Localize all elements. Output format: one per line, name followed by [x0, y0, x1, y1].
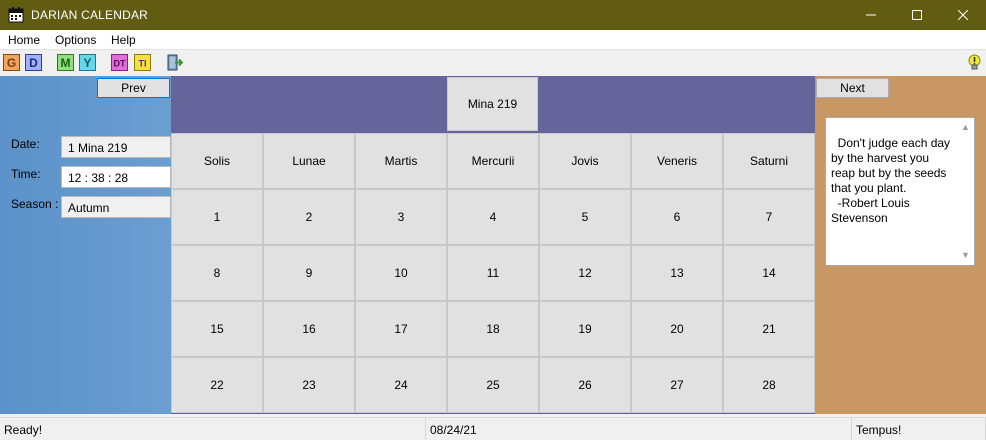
status-message: Ready! [0, 418, 426, 440]
svg-text:D: D [29, 56, 38, 70]
day-cell[interactable]: 21 [723, 301, 815, 357]
day-cell[interactable]: 10 [355, 245, 447, 301]
time-label: Time: [11, 167, 41, 181]
quote-scrollbar[interactable]: ▲ ▼ [957, 118, 974, 265]
day-cell[interactable]: 3 [355, 189, 447, 245]
datetime-icon[interactable]: DT [111, 54, 128, 71]
day-cell[interactable]: 16 [263, 301, 355, 357]
close-button[interactable] [940, 0, 986, 30]
minimize-button[interactable] [848, 0, 894, 30]
year-icon[interactable]: Y [79, 54, 96, 71]
weekday-martis: Martis [355, 133, 447, 189]
day-cell[interactable]: 25 [447, 357, 539, 413]
weekday-lunae: Lunae [263, 133, 355, 189]
day-cell[interactable]: 8 [171, 245, 263, 301]
day-cell[interactable]: 12 [539, 245, 631, 301]
month-title: Mina 219 [447, 77, 538, 131]
day-cell[interactable]: 6 [631, 189, 723, 245]
day-cell[interactable]: 28 [723, 357, 815, 413]
day-cell[interactable]: 13 [631, 245, 723, 301]
time-icon[interactable]: TI [134, 54, 151, 71]
day-cell[interactable]: 22 [171, 357, 263, 413]
gregorian-icon[interactable]: G [3, 54, 20, 71]
quote-text: Don't judge each day by the harvest you … [831, 136, 951, 225]
minimize-icon [866, 14, 876, 16]
day-cell[interactable]: 7 [723, 189, 815, 245]
darian-icon[interactable]: D [25, 54, 42, 71]
weekday-saturni: Saturni [723, 133, 815, 189]
svg-text:DT: DT [114, 59, 126, 69]
window-title: DARIAN CALENDAR [31, 8, 149, 22]
day-cell[interactable]: 20 [631, 301, 723, 357]
tip-bulb-icon[interactable] [966, 54, 983, 71]
day-cell[interactable]: 15 [171, 301, 263, 357]
day-cell[interactable]: 1 [171, 189, 263, 245]
day-cell[interactable]: 4 [447, 189, 539, 245]
weekday-mercurii: Mercurii [447, 133, 539, 189]
day-cell[interactable]: 19 [539, 301, 631, 357]
weekday-solis: Solis [171, 133, 263, 189]
menu-help[interactable]: Help [111, 33, 136, 47]
day-cell[interactable]: 14 [723, 245, 815, 301]
calendar-app-icon [8, 7, 24, 23]
day-cell[interactable]: 17 [355, 301, 447, 357]
exit-icon[interactable] [166, 54, 183, 71]
left-info-panel [0, 76, 171, 414]
day-cell[interactable]: 5 [539, 189, 631, 245]
scroll-up-icon[interactable]: ▲ [961, 120, 970, 135]
weekday-jovis: Jovis [539, 133, 631, 189]
title-bar: DARIAN CALENDAR [0, 0, 986, 30]
calendar-grid: Solis Lunae Martis Mercurii Jovis Veneri… [171, 133, 815, 413]
season-field[interactable]: Autumn [61, 196, 171, 218]
next-button[interactable]: Next [816, 78, 889, 98]
prev-button[interactable]: Prev [97, 78, 170, 98]
close-icon [958, 10, 968, 20]
quote-textbox[interactable]: Don't judge each day by the harvest you … [825, 117, 975, 266]
scroll-down-icon[interactable]: ▼ [961, 248, 970, 263]
status-tempus: Tempus! [852, 418, 986, 440]
date-label: Date: [11, 137, 40, 151]
svg-text:M: M [61, 56, 71, 70]
svg-text:G: G [7, 56, 16, 70]
menu-bar: Home Options Help [0, 30, 986, 50]
month-icon[interactable]: M [57, 54, 74, 71]
day-cell[interactable]: 23 [263, 357, 355, 413]
day-cell[interactable]: 26 [539, 357, 631, 413]
date-field[interactable]: 1 Mina 219 [61, 136, 171, 158]
menu-options[interactable]: Options [55, 33, 96, 47]
day-cell[interactable]: 9 [263, 245, 355, 301]
season-label: Season : [11, 197, 59, 211]
day-cell[interactable]: 2 [263, 189, 355, 245]
day-cell[interactable]: 11 [447, 245, 539, 301]
maximize-button[interactable] [894, 0, 940, 30]
weekday-veneris: Veneris [631, 133, 723, 189]
svg-text:Y: Y [83, 56, 91, 70]
day-cell[interactable]: 24 [355, 357, 447, 413]
time-field[interactable]: 12 : 38 : 28 [61, 166, 171, 188]
status-bar: Ready! 08/24/21 Tempus! [0, 417, 986, 440]
day-cell[interactable]: 27 [631, 357, 723, 413]
maximize-icon [912, 10, 922, 20]
day-cell[interactable]: 18 [447, 301, 539, 357]
svg-text:TI: TI [139, 59, 147, 69]
toolbar: G D M Y DT TI [0, 51, 986, 75]
status-date: 08/24/21 [426, 418, 852, 440]
menu-home[interactable]: Home [8, 33, 40, 47]
